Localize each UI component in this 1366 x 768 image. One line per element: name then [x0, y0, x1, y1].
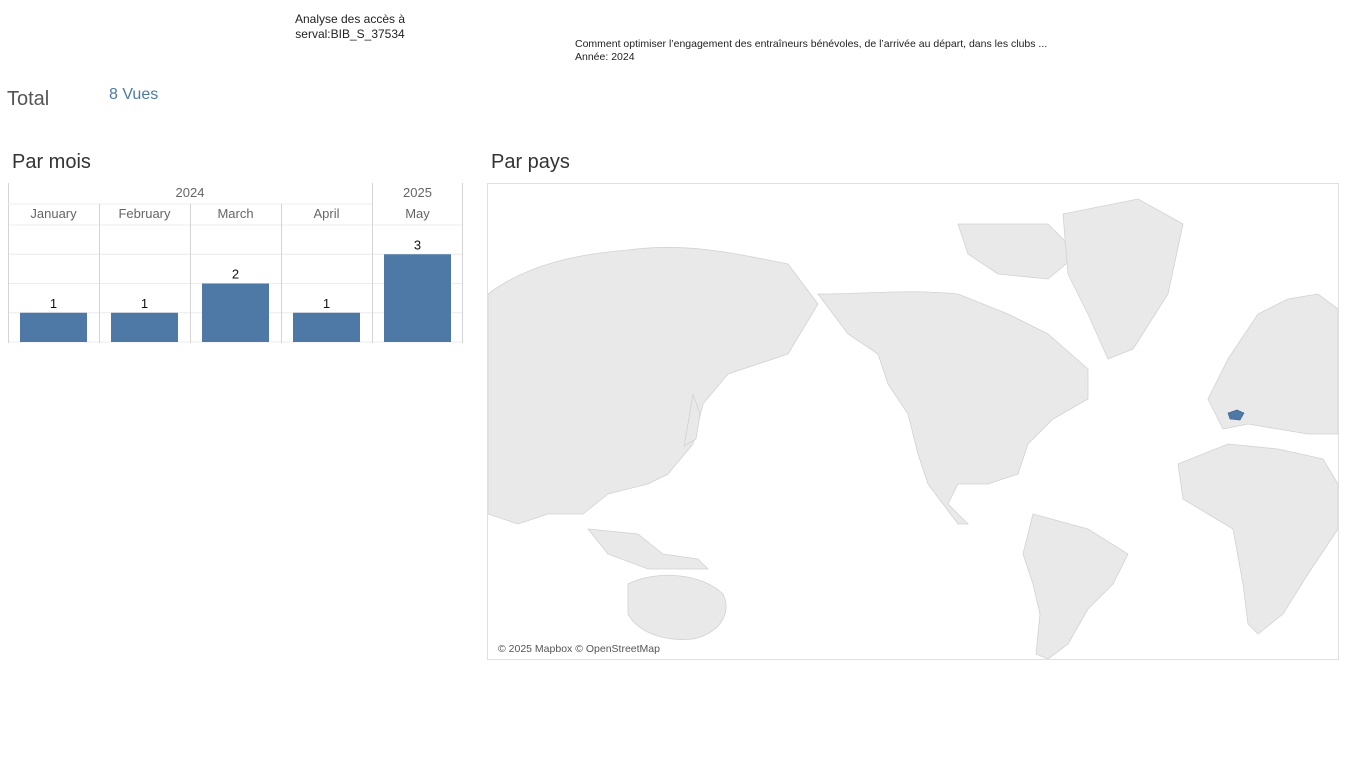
- indonesia-landmass: [587, 528, 709, 570]
- year-header-2025: 2025: [403, 185, 432, 200]
- data-label-february: 1: [141, 296, 148, 311]
- bar-april[interactable]: [293, 312, 360, 342]
- monthly-views-chart-svg[interactable]: 2024 2025 January 1 February 1 March 2 April 1 May…: [8, 183, 463, 343]
- bar-march[interactable]: [202, 283, 269, 343]
- total-label: Total: [7, 88, 50, 110]
- month-label-april: April: [313, 206, 339, 221]
- publication-year: Année: 2024: [575, 51, 635, 63]
- dashboard: Analyse des accès à serval:BIB_S_37534 C…: [0, 0, 1366, 768]
- canada-islands: [957, 223, 1079, 280]
- australia-landmass: [627, 574, 727, 640]
- bar-may[interactable]: [384, 254, 451, 342]
- publication-title: Comment optimiser l’engagement des entra…: [575, 38, 1048, 50]
- year-header-2024: 2024: [176, 185, 205, 200]
- data-label-march: 2: [232, 267, 239, 282]
- report-title: Analyse des accès à serval:BIB_S_37534: [250, 12, 450, 42]
- europe-landmass: [1207, 293, 1338, 435]
- map-attribution[interactable]: © 2025 Mapbox © OpenStreetMap: [496, 643, 662, 655]
- report-description: Comment optimiser l’engagement des entra…: [575, 38, 1275, 64]
- greenland-landmass: [1062, 198, 1184, 360]
- report-title-line1: Analyse des accès à: [294, 12, 406, 26]
- bar-january[interactable]: [20, 312, 87, 342]
- report-title-line2: serval:BIB_S_37534: [295, 27, 405, 41]
- month-label-march: March: [217, 206, 253, 221]
- month-label-may: May: [405, 206, 430, 221]
- month-label-february: February: [118, 206, 171, 221]
- north-america-landmass: [817, 291, 1089, 525]
- data-label-april: 1: [323, 296, 330, 311]
- data-label-may: 3: [414, 237, 421, 252]
- total-views-value[interactable]: 8 Vues: [109, 86, 158, 104]
- world-map[interactable]: © 2025 Mapbox © OpenStreetMap: [487, 183, 1339, 660]
- world-map-svg[interactable]: [488, 184, 1338, 659]
- asia-landmass: [488, 246, 819, 525]
- month-label-january: January: [30, 206, 77, 221]
- bar-february[interactable]: [111, 312, 178, 342]
- by-month-title: Par mois: [12, 151, 91, 173]
- africa-landmass: [1177, 443, 1338, 635]
- south-america-landmass: [1022, 513, 1129, 659]
- data-label-january: 1: [50, 296, 57, 311]
- by-country-title: Par pays: [491, 151, 570, 173]
- monthly-views-chart[interactable]: 2024 2025 January 1 February 1 March 2 April 1 May…: [8, 183, 463, 343]
